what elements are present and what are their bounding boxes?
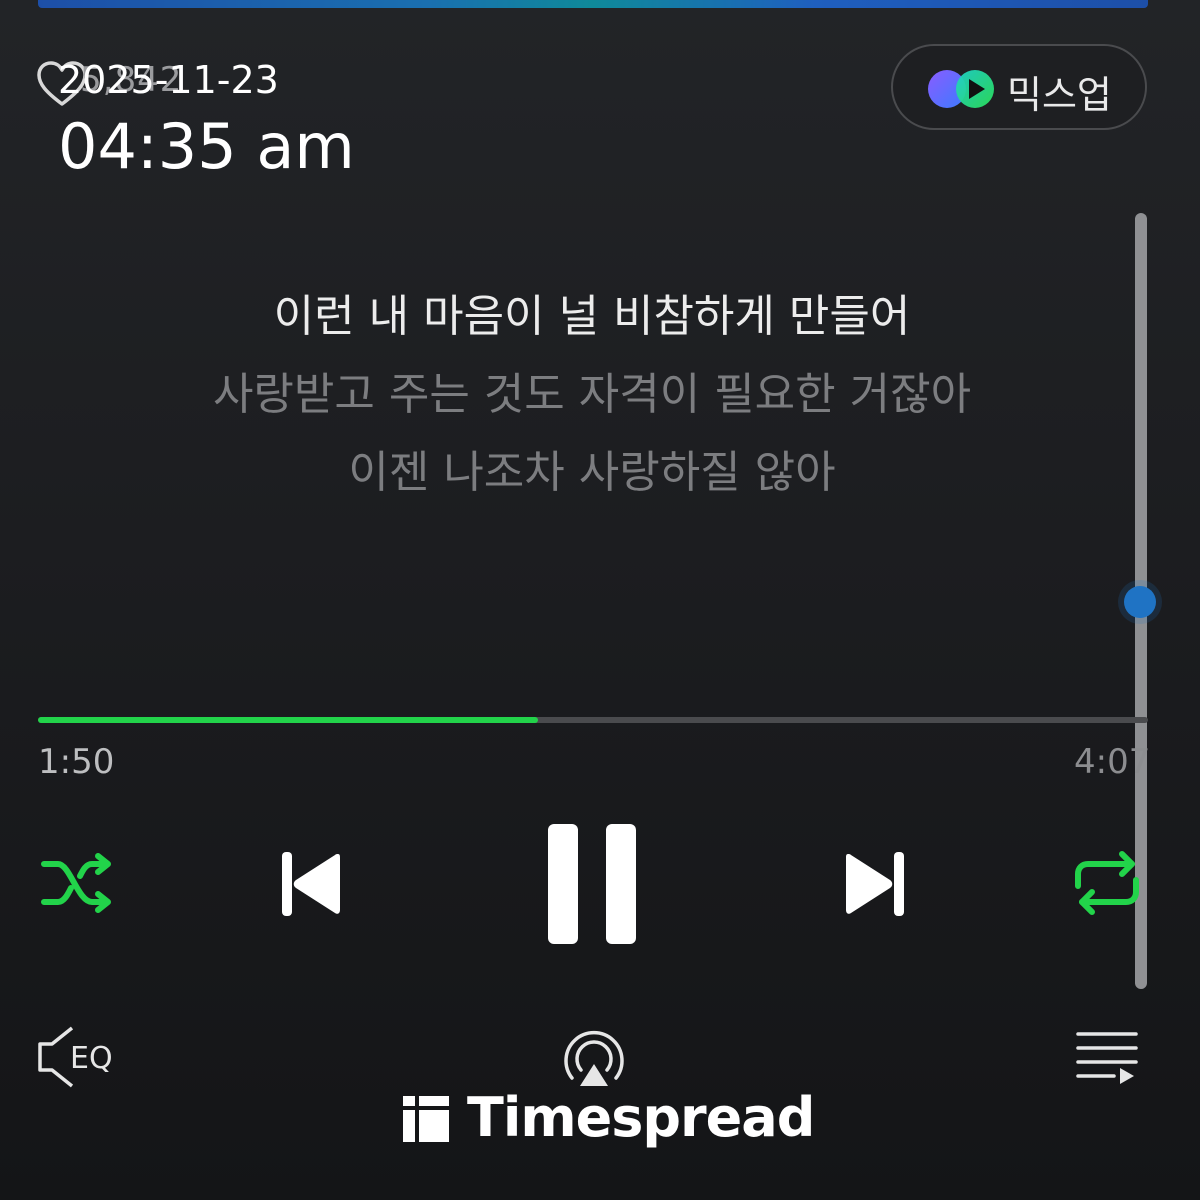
pause-button[interactable] [546, 822, 642, 948]
watermark-text: Timespread [467, 1086, 815, 1149]
mixup-label: 믹스업 [1007, 73, 1112, 117]
eq-speaker-icon: EQ [38, 1026, 113, 1088]
previous-button[interactable] [276, 846, 346, 922]
shuffle-icon [41, 853, 111, 913]
eq-label: EQ [70, 1041, 113, 1076]
lyric-line-next: 사랑받고 주는 것도 자격이 필요한 거잖아 [212, 369, 972, 420]
timestamp-time: 04:35 am [58, 110, 355, 183]
repeat-button[interactable] [1072, 850, 1142, 916]
playlist-icon [1076, 1032, 1138, 1084]
scrollbar-knob[interactable] [1124, 586, 1156, 618]
lyrics-panel[interactable]: 이런 내 마음이 널 비참하게 만들어 사랑받고 주는 것도 자격이 필요한 거… [0, 278, 1184, 512]
airplay-button[interactable] [556, 1024, 632, 1090]
skip-next-icon [846, 852, 904, 916]
album-art-edge [38, 0, 1148, 8]
playlist-button[interactable] [1074, 1028, 1142, 1088]
repeat-icon [1075, 851, 1139, 915]
pause-icon [548, 824, 636, 944]
seek-bar[interactable] [38, 717, 1148, 723]
timestamp-date: 2025-11-23 [58, 58, 279, 102]
airplay-icon [564, 1031, 624, 1086]
timespread-logo-icon [403, 1096, 449, 1142]
lyric-line-after: 이젠 나조차 사랑하질 않아 [348, 447, 836, 498]
eq-button[interactable]: EQ [36, 1024, 126, 1092]
seek-bar-progress [38, 717, 538, 723]
shuffle-button[interactable] [40, 850, 116, 916]
mixup-button[interactable]: 믹스업 [891, 44, 1147, 130]
mixup-logo-icon [928, 70, 994, 108]
watermark: Timespread [403, 1086, 815, 1149]
skip-previous-icon [282, 852, 340, 916]
total-time: 4:07 [1074, 742, 1151, 782]
lyric-line-current: 이런 내 마음이 널 비참하게 만들어 [273, 291, 911, 342]
elapsed-time: 1:50 [38, 742, 115, 782]
next-button[interactable] [840, 846, 910, 922]
